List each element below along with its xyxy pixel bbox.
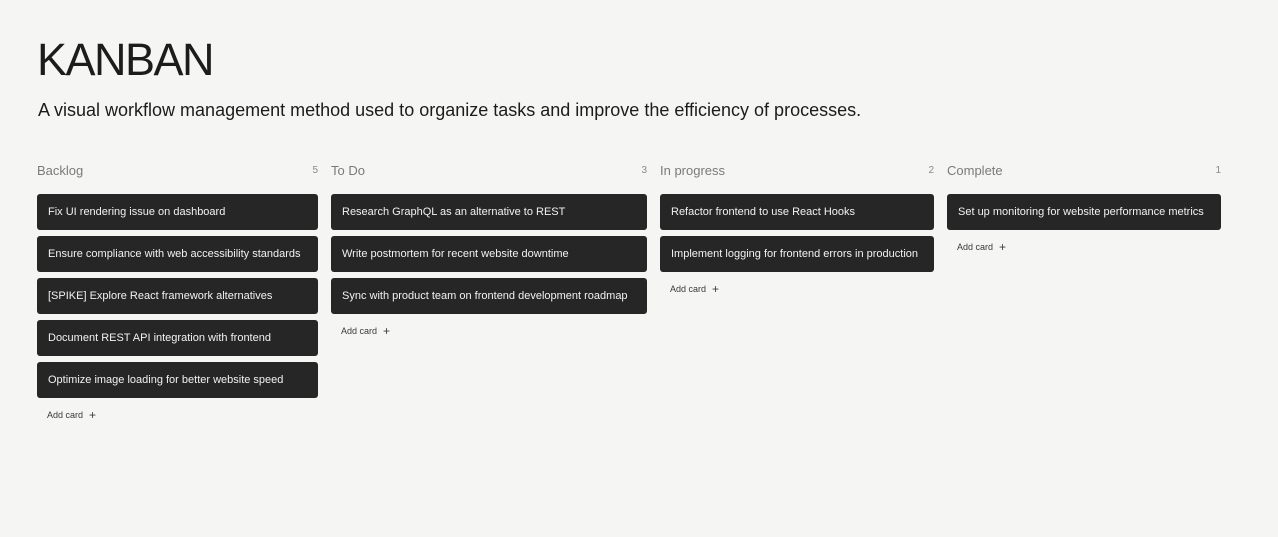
column-header: Backlog 5 [37,161,318,181]
column-title: In progress [660,163,726,178]
add-card-label: Add card [47,410,84,420]
add-card-label: Add card [957,242,994,252]
add-card-label: Add card [341,326,378,336]
column-title: Complete [947,163,1003,178]
card[interactable]: Research GraphQL as an alternative to RE… [331,194,647,230]
card[interactable]: Document REST API integration with front… [37,320,318,356]
column-header: To Do 3 [331,161,647,181]
column-in-progress: In progress 2 Refactor frontend to use R… [660,161,934,297]
page-subtitle: A visual workflow management method used… [38,100,862,120]
card[interactable]: Optimize image loading for better websit… [37,362,318,398]
add-card-button[interactable]: Add card + [47,408,96,422]
card[interactable]: Ensure compliance with web accessibility… [37,236,318,272]
plus-icon: + [999,240,1007,254]
card[interactable]: Fix UI rendering issue on dashboard [37,194,318,230]
page-title: KANBAN [37,34,215,85]
card[interactable]: Implement logging for frontend errors in… [660,236,934,272]
column-complete: Complete 1 Set up monitoring for website… [947,161,1221,255]
plus-icon: + [89,408,97,422]
column-title: To Do [331,163,365,178]
card[interactable]: Refactor frontend to use React Hooks [660,194,934,230]
column-header: Complete 1 [947,161,1221,181]
add-card-button[interactable]: Add card + [957,240,1006,254]
card[interactable]: Set up monitoring for website performanc… [947,194,1221,230]
column-card-count: 2 [928,165,934,176]
card[interactable]: [SPIKE] Explore React framework alternat… [37,278,318,314]
plus-icon: + [383,324,391,338]
column-todo: To Do 3 Research GraphQL as an alternati… [331,161,647,339]
card[interactable]: Sync with product team on frontend devel… [331,278,647,314]
column-backlog: Backlog 5 Fix UI rendering issue on dash… [37,161,318,423]
column-header: In progress 2 [660,161,934,181]
add-card-button[interactable]: Add card + [670,282,719,296]
column-title: Backlog [37,163,84,178]
add-card-label: Add card [670,284,707,294]
add-card-button[interactable]: Add card + [341,324,390,338]
column-card-count: 5 [312,165,318,176]
column-card-count: 1 [1215,165,1221,176]
plus-icon: + [712,282,720,296]
column-card-count: 3 [641,165,647,176]
card[interactable]: Write postmortem for recent website down… [331,236,647,272]
